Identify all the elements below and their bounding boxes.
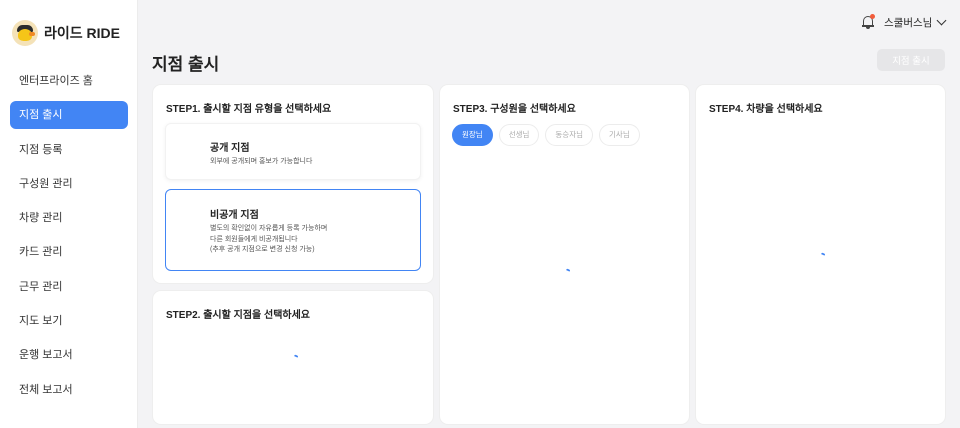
tab-director[interactable]: 원장님 — [452, 124, 493, 146]
sidebar-item-total-report[interactable]: 전체 보고서 — [10, 376, 128, 404]
step4-card: STEP4. 차량을 선택하세요 — [696, 85, 945, 424]
sidebar-item-branch-register[interactable]: 지점 등록 — [10, 136, 128, 164]
sidebar-item-branch-release[interactable]: 지점 출시 — [10, 101, 128, 130]
loading-spinner-icon — [820, 252, 826, 257]
notification-dot — [870, 14, 875, 19]
release-button[interactable]: 지점 출시 — [877, 49, 945, 71]
step1-card: STEP1. 출시할 지점 유형을 선택하세요 공개 지점 외부에 공개되며 홍… — [153, 85, 433, 283]
user-name: 스쿨버스님 — [884, 17, 933, 29]
option-description: 별도의 확인없이 자유롭게 등록 가능하며 다른 회원들에게 비공개됩니다 (추… — [210, 225, 328, 253]
step4-title: STEP4. 차량을 선택하세요 — [709, 104, 823, 115]
option-description: 외부에 공개되며 홍보가 가능합니다 — [210, 158, 313, 165]
step1-title: STEP1. 출시할 지점 유형을 선택하세요 — [166, 104, 332, 115]
user-menu[interactable]: 스쿨버스님 — [884, 15, 947, 30]
page-title: 지점 출시 — [152, 55, 220, 74]
step3-card: STEP3. 구성원을 선택하세요 원장님 선생님 동승자님 기사님 — [440, 85, 689, 424]
step3-title: STEP3. 구성원을 선택하세요 — [453, 104, 576, 115]
chevron-down-icon — [936, 15, 947, 26]
sidebar-nav: 엔터프라이즈 홈 지점 출시 지점 등록 구성원 관리 차량 관리 카드 관리 … — [10, 67, 128, 410]
sidebar-item-enterprise-home[interactable]: 엔터프라이즈 홈 — [10, 67, 128, 95]
sidebar: 라이드 RIDE 엔터프라이즈 홈 지점 출시 지점 등록 구성원 관리 차량 … — [0, 0, 138, 428]
sidebar-item-driving-report[interactable]: 운행 보고서 — [10, 341, 128, 369]
sidebar-item-work-management[interactable]: 근무 관리 — [10, 273, 128, 301]
loading-spinner-icon — [293, 354, 299, 359]
public-branch-option[interactable]: 공개 지점 외부에 공개되며 홍보가 가능합니다 — [165, 123, 421, 180]
private-branch-option[interactable]: 비공개 지점 별도의 확인없이 자유롭게 등록 가능하며 다른 회원들에게 비공… — [165, 189, 421, 271]
sidebar-item-card-management[interactable]: 카드 관리 — [10, 238, 128, 266]
loading-spinner-icon — [565, 268, 571, 273]
step2-card: STEP2. 출시할 지점을 선택하세요 — [153, 291, 433, 424]
tab-driver[interactable]: 기사님 — [599, 124, 640, 146]
step2-title: STEP2. 출시할 지점을 선택하세요 — [166, 310, 310, 321]
sidebar-item-map-view[interactable]: 지도 보기 — [10, 307, 128, 335]
brand-name: 라이드 RIDE — [44, 25, 120, 41]
sidebar-item-vehicle-management[interactable]: 차량 관리 — [10, 204, 128, 232]
brand[interactable]: 라이드 RIDE — [12, 20, 120, 46]
option-title: 공개 지점 — [210, 143, 250, 154]
option-title: 비공개 지점 — [210, 210, 259, 221]
sidebar-item-member-management[interactable]: 구성원 관리 — [10, 170, 128, 198]
tab-attendant[interactable]: 동승자님 — [545, 124, 594, 146]
member-role-tabs: 원장님 선생님 동승자님 기사님 — [452, 124, 646, 146]
tab-teacher[interactable]: 선생님 — [498, 124, 540, 146]
duck-logo-icon — [12, 20, 38, 46]
bell-icon[interactable] — [862, 14, 875, 29]
